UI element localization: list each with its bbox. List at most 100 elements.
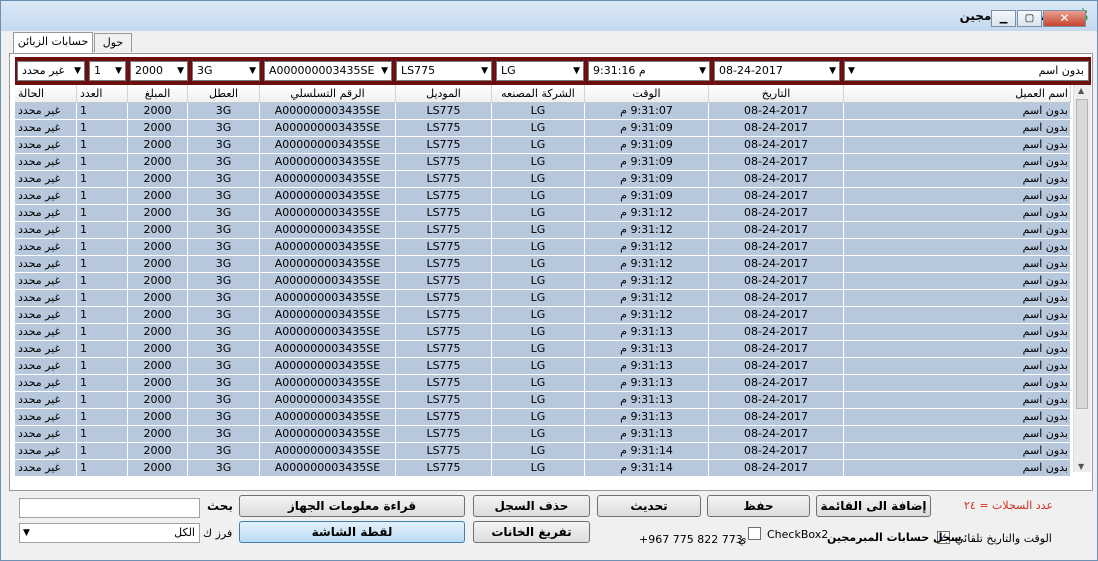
checkbox2[interactable]	[748, 527, 761, 540]
manufacturer-dropdown[interactable]: LG ▼	[496, 61, 584, 81]
close-button[interactable]: ✕	[1043, 10, 1086, 27]
cell-model: LS775	[396, 273, 492, 289]
table-row[interactable]: غير محدد 1 2000 3G A000000003435SE LS775 LG 9:3…	[15, 171, 1071, 188]
table-row[interactable]: غير محدد 1 2000 3G A000000003435SE LS775 LG 9:3…	[15, 103, 1071, 120]
cell-status: غير محدد	[15, 307, 77, 323]
date-value: 08-24-2017	[719, 64, 783, 77]
cell-model: LS775	[396, 239, 492, 255]
cell-count: 1	[77, 120, 128, 136]
col-date[interactable]: التاريخ	[709, 85, 844, 102]
cell-customer: بدون اسم	[844, 154, 1071, 170]
cell-manufacturer: LG	[492, 375, 585, 391]
col-count[interactable]: العدد	[77, 85, 128, 102]
status-dropdown[interactable]: غير محدد ▼	[17, 61, 85, 81]
cell-status: غير محدد	[15, 239, 77, 255]
col-amount[interactable]: المبلغ	[128, 85, 188, 102]
cell-manufacturer: LG	[492, 460, 585, 476]
table-row[interactable]: غير محدد 1 2000 3G A000000003435SE LS775 LG 9:3…	[15, 460, 1071, 477]
table-row[interactable]: غير محدد 1 2000 3G A000000003435SE LS775 LG 9:3…	[15, 256, 1071, 273]
customer-dropdown[interactable]: بدون اسم ▼	[844, 61, 1089, 81]
cell-date: 08-24-2017	[709, 324, 844, 340]
table-row[interactable]: غير محدد 1 2000 3G A000000003435SE LS775 LG 9:3…	[15, 120, 1071, 137]
cell-fault: 3G	[188, 205, 260, 221]
cell-model: LS775	[396, 324, 492, 340]
cell-time: 9:31:13 م	[585, 409, 709, 425]
minimize-button[interactable]: ▁	[991, 10, 1016, 27]
sort-dropdown[interactable]: الكل ▼	[19, 523, 200, 543]
table-row[interactable]: غير محدد 1 2000 3G A000000003435SE LS775 LG 9:3…	[15, 137, 1071, 154]
serial-dropdown[interactable]: A000000003435SE ▼	[264, 61, 392, 81]
search-input[interactable]	[19, 498, 200, 518]
cell-customer: بدون اسم	[844, 409, 1071, 425]
cell-model: LS775	[396, 205, 492, 221]
chevron-down-icon: ▼	[177, 66, 184, 76]
scroll-down-icon[interactable]: ▼	[1078, 462, 1084, 471]
cell-fault: 3G	[188, 460, 260, 476]
delete-selected-button[interactable]: حذف السجل المحدد	[473, 495, 590, 533]
cell-fault: 3G	[188, 375, 260, 391]
tab-customer-accounts[interactable]: حسابات الزبائن	[13, 32, 93, 53]
maximize-button[interactable]: ▢	[1017, 10, 1042, 27]
cell-date: 08-24-2017	[709, 273, 844, 289]
save-button[interactable]: حفظ	[707, 495, 810, 517]
clear-fields-button[interactable]: تفريغ الخانات	[473, 521, 590, 543]
table-row[interactable]: غير محدد 1 2000 3G A000000003435SE LS775 LG 9:3…	[15, 307, 1071, 324]
col-model[interactable]: الموديل	[396, 85, 492, 102]
date-picker[interactable]: 08-24-2017 ▼	[714, 61, 840, 81]
col-serial[interactable]: الرقم التسلسلي	[260, 85, 396, 102]
col-time[interactable]: الوقت	[585, 85, 709, 102]
col-customer[interactable]: اسم العميل	[844, 85, 1071, 102]
chevron-down-icon: ▼	[23, 528, 30, 538]
vertical-scrollbar[interactable]: ▲ ▼	[1073, 85, 1091, 472]
table-row[interactable]: غير محدد 1 2000 3G A000000003435SE LS775 LG 9:3…	[15, 290, 1071, 307]
add-to-list-button[interactable]: إضافة الى القائمة	[816, 495, 931, 517]
col-manufacturer[interactable]: الشركة المصنعه	[492, 85, 585, 102]
cell-time: 9:31:12 م	[585, 290, 709, 306]
table-row[interactable]: غير محدد 1 2000 3G A000000003435SE LS775 LG 9:3…	[15, 222, 1071, 239]
cell-serial: A000000003435SE	[260, 188, 396, 204]
cell-model: LS775	[396, 137, 492, 153]
screenshot-button[interactable]: لقطة الشاشة	[239, 521, 465, 543]
table-row[interactable]: غير محدد 1 2000 3G A000000003435SE LS775 LG 9:3…	[15, 409, 1071, 426]
table-row[interactable]: غير محدد 1 2000 3G A000000003435SE LS775 LG 9:3…	[15, 188, 1071, 205]
chevron-down-icon: ▼	[381, 66, 388, 76]
cell-amount: 2000	[128, 273, 188, 289]
table-row[interactable]: غير محدد 1 2000 3G A000000003435SE LS775 LG 9:3…	[15, 375, 1071, 392]
tab-about[interactable]: حول	[94, 33, 132, 52]
table-row[interactable]: غير محدد 1 2000 3G A000000003435SE LS775 LG 9:3…	[15, 443, 1071, 460]
time-picker[interactable]: م 9:31:16 ▼	[588, 61, 710, 81]
model-dropdown[interactable]: LS775 ▼	[396, 61, 492, 81]
table-row[interactable]: غير محدد 1 2000 3G A000000003435SE LS775 LG 9:3…	[15, 392, 1071, 409]
cell-amount: 2000	[128, 409, 188, 425]
grid-rows: غير محدد 1 2000 3G A000000003435SE LS775 LG 9:3…	[15, 103, 1071, 477]
title-bar[interactable]: $ حسابات المبرمجين ▁ ▢ ✕	[1, 1, 1097, 31]
cell-fault: 3G	[188, 137, 260, 153]
table-row[interactable]: غير محدد 1 2000 3G A000000003435SE LS775 LG 9:3…	[15, 239, 1071, 256]
count-dropdown[interactable]: 1 ▼	[89, 61, 126, 81]
cell-amount: 2000	[128, 443, 188, 459]
table-row[interactable]: غير محدد 1 2000 3G A000000003435SE LS775 LG 9:3…	[15, 273, 1071, 290]
cell-count: 1	[77, 103, 128, 119]
table-row[interactable]: غير محدد 1 2000 3G A000000003435SE LS775 LG 9:3…	[15, 154, 1071, 171]
read-device-info-button[interactable]: قراءة معلومات الجهاز	[239, 495, 465, 517]
col-fault[interactable]: العطل	[188, 85, 260, 102]
fault-dropdown[interactable]: 3G ▼	[192, 61, 260, 81]
sort-label: فرز ك	[203, 527, 233, 540]
table-row[interactable]: غير محدد 1 2000 3G A000000003435SE LS775 LG 9:3…	[15, 341, 1071, 358]
table-row[interactable]: غير محدد 1 2000 3G A000000003435SE LS775 LG 9:3…	[15, 324, 1071, 341]
fault-value: 3G	[197, 64, 213, 77]
refresh-button[interactable]: تحديث	[597, 495, 701, 517]
scroll-up-icon[interactable]: ▲	[1078, 86, 1084, 95]
cell-time: 9:31:12 م	[585, 205, 709, 221]
cell-count: 1	[77, 188, 128, 204]
amount-dropdown[interactable]: 2000 ▼	[130, 61, 188, 81]
time-value: م 9:31:16	[593, 64, 646, 77]
cell-manufacturer: LG	[492, 188, 585, 204]
cell-date: 08-24-2017	[709, 460, 844, 476]
table-row[interactable]: غير محدد 1 2000 3G A000000003435SE LS775 LG 9:3…	[15, 358, 1071, 375]
table-row[interactable]: غير محدد 1 2000 3G A000000003435SE LS775 LG 9:3…	[15, 205, 1071, 222]
table-row[interactable]: غير محدد 1 2000 3G A000000003435SE LS775 LG 9:3…	[15, 426, 1071, 443]
col-status[interactable]: الحالة	[15, 85, 77, 102]
scroll-thumb[interactable]	[1076, 99, 1088, 409]
records-grid[interactable]: الحالة العدد المبلغ العطل الرقم التسلسلي…	[15, 85, 1091, 489]
